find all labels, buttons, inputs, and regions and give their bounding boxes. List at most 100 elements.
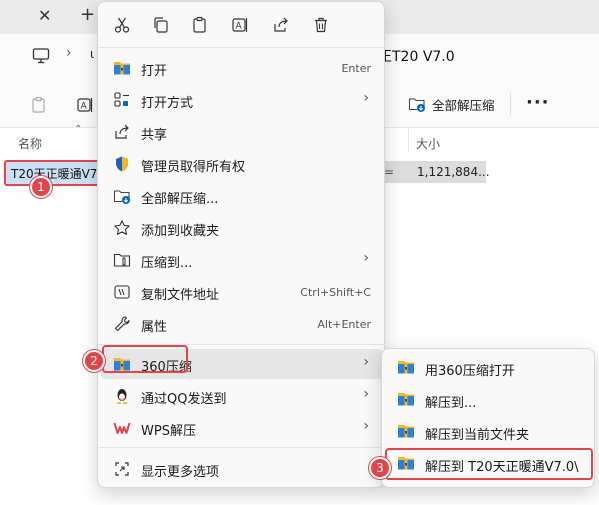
svg-text:A: A xyxy=(81,102,88,112)
monitor-icon[interactable] xyxy=(32,47,50,65)
copy-button[interactable] xyxy=(150,14,172,36)
menu-item-open-with[interactable]: 打开方式 › xyxy=(101,85,383,115)
more-options-icon xyxy=(113,460,131,478)
submenu-item-extract-here[interactable]: 解压到当前文件夹 xyxy=(385,417,593,447)
menu-divider xyxy=(99,447,385,448)
share-button[interactable] xyxy=(270,14,292,36)
menu-item-shortcut: Ctrl+Shift+C xyxy=(300,286,371,299)
file-type-cell: = xyxy=(384,165,395,179)
submenu-item-label: 解压到当前文件夹 xyxy=(425,428,530,443)
chevron-right-icon: › xyxy=(363,418,369,434)
open-with-icon xyxy=(113,91,131,109)
menu-divider xyxy=(99,47,385,48)
extract-all-button[interactable]: 全部解压缩 xyxy=(408,93,495,115)
rename-button[interactable]: A xyxy=(229,14,251,36)
menu-item-shortcut: Alt+Enter xyxy=(317,318,371,331)
column-divider[interactable] xyxy=(408,128,409,152)
menu-item-show-more-options[interactable]: 显示更多选项 xyxy=(101,454,383,484)
menu-item-label: 打开 xyxy=(141,64,168,79)
tab-close-icon[interactable]: ✕ xyxy=(38,6,51,25)
wrench-icon xyxy=(113,315,131,333)
delete-button[interactable] xyxy=(310,14,332,36)
share-icon xyxy=(113,123,131,141)
delete-icon xyxy=(315,17,327,33)
sort-up-icon: ⌃ xyxy=(74,124,83,135)
file-item[interactable]: T20天正暖通V7.0 xyxy=(4,160,100,186)
menu-item-label: 全部解压缩... xyxy=(141,192,219,207)
file-size-cell: 1,121,884... xyxy=(417,165,490,179)
menu-item-label: 显示更多选项 xyxy=(141,465,220,480)
menu-item-share[interactable]: 共享 xyxy=(101,117,383,147)
menu-item-wps-extract[interactable]: WPS解压 › xyxy=(101,413,383,443)
archive-icon xyxy=(113,59,131,77)
cut-button[interactable] xyxy=(111,14,133,36)
archive-icon xyxy=(397,359,415,377)
submenu-360: 用360压缩打开 解压到... 解压到当前文件夹 解压到 T20天正暖通V7.0… xyxy=(381,348,595,488)
step-badge-3: 3 xyxy=(369,457,391,479)
menu-item-shortcut: Enter xyxy=(341,62,371,75)
cut-icon xyxy=(114,17,130,33)
wps-icon xyxy=(113,419,131,437)
chevron-right-icon: › xyxy=(363,90,369,106)
menu-item-label: WPS解压 xyxy=(141,424,196,439)
menu-item-label: 通过QQ发送到 xyxy=(141,392,227,407)
menu-item-take-ownership[interactable]: 管理员取得所有权 xyxy=(101,149,383,179)
menu-item-label: 压缩到... xyxy=(141,256,193,271)
menu-item-label: 添加到收藏夹 xyxy=(141,224,220,239)
menu-item-label: 属性 xyxy=(141,320,168,335)
rename-icon[interactable]: A xyxy=(76,96,94,114)
menu-item-properties[interactable]: 属性 Alt+Enter xyxy=(101,309,383,339)
share-icon xyxy=(274,17,288,32)
extract-all-label: 全部解压缩 xyxy=(432,97,495,113)
rename-icon: A xyxy=(232,18,248,32)
submenu-item-extract-to[interactable]: 解压到... xyxy=(385,385,593,415)
menu-item-open[interactable]: 打开 Enter xyxy=(101,53,383,83)
column-header-size[interactable]: 大小 xyxy=(416,135,440,152)
submenu-item-label: 解压到... xyxy=(425,396,477,411)
shield-icon xyxy=(113,155,131,173)
menu-item-label: 打开方式 xyxy=(141,96,194,111)
submenu-item-label: 解压到 T20天正暖通V7.0\ xyxy=(425,460,579,475)
tab-current[interactable] xyxy=(0,0,70,34)
paste-icon[interactable] xyxy=(30,96,48,114)
compress-icon xyxy=(113,251,131,269)
menu-item-extract-all[interactable]: 全部解压缩... xyxy=(101,181,383,211)
copy-path-icon xyxy=(113,283,131,301)
qq-icon xyxy=(113,387,131,405)
file-name: T20天正暖通V7.0 xyxy=(11,166,100,181)
highlight-box xyxy=(102,345,188,373)
chevron-right-icon: › xyxy=(363,386,369,402)
chevron-right-icon: › xyxy=(363,354,369,370)
menu-item-copy-path[interactable]: 复制文件地址 Ctrl+Shift+C xyxy=(101,277,383,307)
archive-icon xyxy=(397,423,415,441)
chevron-right-icon: › xyxy=(363,250,369,266)
breadcrumb-current[interactable]: 正T20 V7.0 xyxy=(378,46,455,66)
star-icon xyxy=(113,219,131,237)
menu-item-add-favorites[interactable]: 添加到收藏夹 xyxy=(101,213,383,243)
step-badge-1: 1 xyxy=(30,176,52,198)
menu-item-compress-to[interactable]: 压缩到... › xyxy=(101,245,383,275)
menu-item-label: 共享 xyxy=(141,128,168,143)
copy-icon xyxy=(154,17,168,33)
breadcrumb-chevron-icon: › xyxy=(66,45,72,61)
menu-item-label: 管理员取得所有权 xyxy=(141,160,246,175)
context-menu: A 打开 Enter 打开方式 › 共享 管理员取得所有权 全部解压缩... 添… xyxy=(97,1,385,488)
breadcrumb-item[interactable]: ι xyxy=(90,47,94,61)
toolbar-divider xyxy=(510,92,511,116)
submenu-item-extract-to-folder[interactable]: 解压到 T20天正暖通V7.0\ xyxy=(385,448,593,480)
step-badge-2: 2 xyxy=(83,350,105,372)
paste-button[interactable] xyxy=(189,14,211,36)
svg-text:A: A xyxy=(236,22,243,32)
more-button[interactable]: ··· xyxy=(526,92,550,113)
submenu-item-open-with-360[interactable]: 用360压缩打开 xyxy=(385,353,593,383)
submenu-item-label: 用360压缩打开 xyxy=(425,364,515,379)
extract-all-icon xyxy=(408,98,425,112)
menu-item-label: 复制文件地址 xyxy=(141,288,220,303)
menu-item-send-via-qq[interactable]: 通过QQ发送到 › xyxy=(101,381,383,411)
paste-icon xyxy=(193,16,206,33)
extract-all-icon xyxy=(113,187,131,205)
archive-icon xyxy=(397,391,415,409)
column-header-name[interactable]: 名称 xyxy=(18,135,42,152)
archive-icon xyxy=(397,455,415,473)
new-tab-button[interactable]: + xyxy=(80,4,95,25)
